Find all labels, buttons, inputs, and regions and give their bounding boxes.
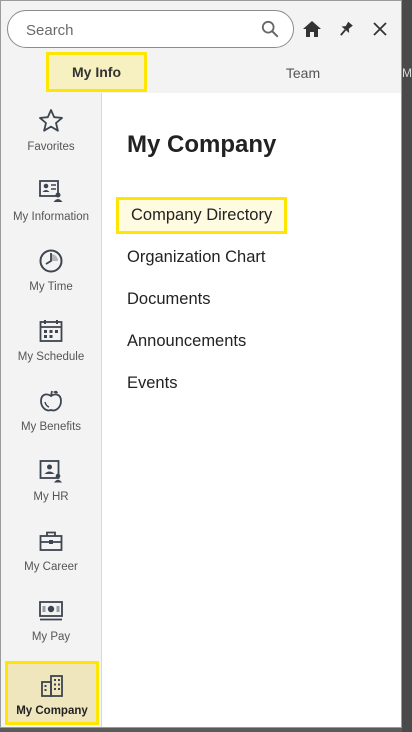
navigation-panel: My Info Team Favorites [0, 0, 402, 728]
apple-icon [37, 387, 65, 415]
sidebar-item-my-information[interactable]: My Information [1, 163, 101, 231]
sidebar-item-label: My Information [12, 211, 90, 223]
id-card-icon [37, 177, 65, 205]
sidebar-item-label: My Benefits [20, 421, 82, 433]
tab-bar: My Info Team [1, 52, 401, 93]
tab-team[interactable]: Team [253, 53, 353, 93]
sidebar-item-my-time[interactable]: My Time [1, 233, 101, 301]
calendar-icon [37, 317, 65, 345]
top-bar: My Info Team [1, 1, 401, 94]
clock-icon [37, 247, 65, 275]
link-company-directory[interactable]: Company Directory [116, 197, 288, 234]
sidebar-item-label: My Pay [31, 631, 71, 643]
sidebar-item-label: Favorites [27, 141, 75, 153]
sidebar-item-label: My Career [24, 561, 78, 573]
sidebar-item-my-schedule[interactable]: My Schedule [1, 303, 101, 371]
link-announcements[interactable]: Announcements [127, 332, 246, 351]
sidebar-item-my-hr[interactable]: My HR [1, 443, 101, 511]
sidebar-item-label: My HR [33, 491, 69, 503]
search-input[interactable] [24, 11, 258, 49]
sidebar-item-my-company[interactable]: My Company [5, 661, 99, 725]
search-box[interactable] [7, 10, 294, 49]
pin-icon[interactable] [335, 18, 357, 40]
background-app-strip: M [402, 0, 412, 732]
home-icon[interactable] [301, 18, 323, 40]
sidebar-item-label: My Schedule [17, 351, 85, 363]
money-icon [37, 597, 65, 625]
tab-my-info[interactable]: My Info [46, 52, 147, 92]
sidebar-item-my-benefits[interactable]: My Benefits [1, 373, 101, 441]
briefcase-icon [37, 527, 65, 555]
star-icon [37, 107, 65, 135]
sidebar-item-favorites[interactable]: Favorites [1, 93, 101, 161]
close-icon[interactable] [369, 18, 391, 40]
page-title: My Company [127, 131, 277, 158]
sidebar-item-my-career[interactable]: My Career [1, 513, 101, 581]
link-events[interactable]: Events [127, 374, 177, 393]
building-icon [38, 672, 66, 700]
link-organization-chart[interactable]: Organization Chart [127, 248, 266, 267]
sidebar-item-label: My Company [16, 705, 88, 717]
link-documents[interactable]: Documents [127, 290, 210, 309]
sidebar-item-label: My Time [29, 281, 73, 293]
background-peek-text: M [402, 66, 412, 80]
search-icon[interactable] [261, 20, 279, 38]
sidebar-item-my-pay[interactable]: My Pay [1, 583, 101, 651]
person-card-icon [37, 457, 65, 485]
main-content: My Company Company Directory Organizatio… [102, 93, 401, 727]
sidebar: Favorites My Information My Time My Sche… [1, 93, 102, 727]
